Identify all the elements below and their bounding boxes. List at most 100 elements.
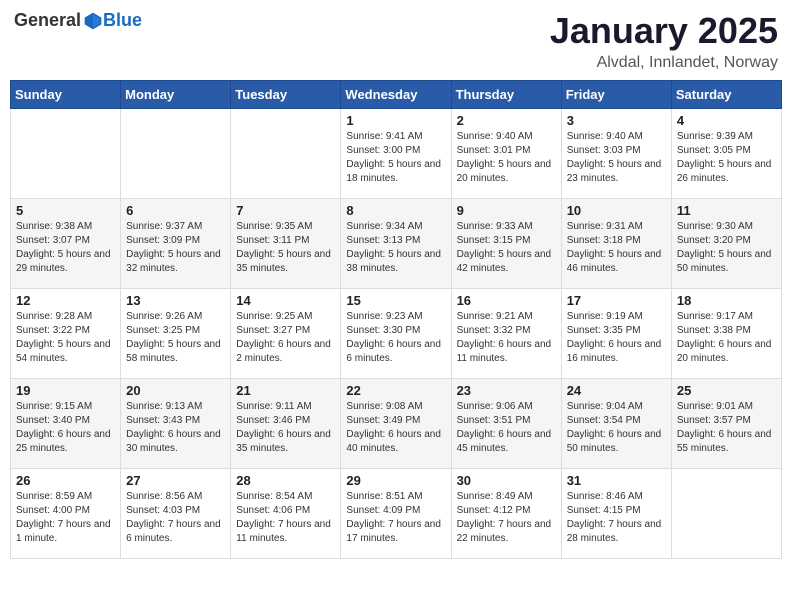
day-info: Sunrise: 9:37 AM Sunset: 3:09 PM Dayligh… xyxy=(126,220,225,276)
day-number: 22 xyxy=(346,383,445,398)
day-info: Sunrise: 9:34 AM Sunset: 3:13 PM Dayligh… xyxy=(346,220,445,276)
calendar-cell: 23 Sunrise: 9:06 AM Sunset: 3:51 PM Dayli… xyxy=(451,379,561,469)
day-number: 11 xyxy=(677,203,776,218)
calendar-cell: 1 Sunrise: 9:41 AM Sunset: 3:00 PM Daylig… xyxy=(341,109,451,199)
day-number: 15 xyxy=(346,293,445,308)
day-info: Sunrise: 9:04 AM Sunset: 3:54 PM Dayligh… xyxy=(567,400,666,456)
calendar-cell: 30 Sunrise: 8:49 AM Sunset: 4:12 PM Dayli… xyxy=(451,469,561,559)
day-info: Sunrise: 9:31 AM Sunset: 3:18 PM Dayligh… xyxy=(567,220,666,276)
calendar-cell: 16 Sunrise: 9:21 AM Sunset: 3:32 PM Dayli… xyxy=(451,289,561,379)
day-info: Sunrise: 9:40 AM Sunset: 3:01 PM Dayligh… xyxy=(457,130,556,186)
calendar-cell: 31 Sunrise: 8:46 AM Sunset: 4:15 PM Dayli… xyxy=(561,469,671,559)
day-number: 16 xyxy=(457,293,556,308)
weekday-header: Thursday xyxy=(451,81,561,109)
day-info: Sunrise: 9:11 AM Sunset: 3:46 PM Dayligh… xyxy=(236,400,335,456)
day-info: Sunrise: 9:08 AM Sunset: 3:49 PM Dayligh… xyxy=(346,400,445,456)
month-title: January 2025 xyxy=(550,10,778,52)
day-info: Sunrise: 9:25 AM Sunset: 3:27 PM Dayligh… xyxy=(236,310,335,366)
weekday-header: Tuesday xyxy=(231,81,341,109)
calendar-cell xyxy=(231,109,341,199)
day-info: Sunrise: 9:30 AM Sunset: 3:20 PM Dayligh… xyxy=(677,220,776,276)
day-info: Sunrise: 8:56 AM Sunset: 4:03 PM Dayligh… xyxy=(126,490,225,546)
day-number: 19 xyxy=(16,383,115,398)
day-info: Sunrise: 9:06 AM Sunset: 3:51 PM Dayligh… xyxy=(457,400,556,456)
day-number: 30 xyxy=(457,473,556,488)
logo: General Blue xyxy=(14,10,142,31)
day-info: Sunrise: 9:26 AM Sunset: 3:25 PM Dayligh… xyxy=(126,310,225,366)
day-info: Sunrise: 9:15 AM Sunset: 3:40 PM Dayligh… xyxy=(16,400,115,456)
calendar-cell: 12Sunrise: 9:28 AM Sunset: 3:22 PM Dayli… xyxy=(11,289,121,379)
weekday-header: Sunday xyxy=(11,81,121,109)
day-info: Sunrise: 9:19 AM Sunset: 3:35 PM Dayligh… xyxy=(567,310,666,366)
calendar-cell: 20 Sunrise: 9:13 AM Sunset: 3:43 PM Dayli… xyxy=(121,379,231,469)
day-info: Sunrise: 9:33 AM Sunset: 3:15 PM Dayligh… xyxy=(457,220,556,276)
calendar-week-row: 26Sunrise: 8:59 AM Sunset: 4:00 PM Dayli… xyxy=(11,469,782,559)
day-info: Sunrise: 9:40 AM Sunset: 3:03 PM Dayligh… xyxy=(567,130,666,186)
calendar-week-row: 5Sunrise: 9:38 AM Sunset: 3:07 PM Daylig… xyxy=(11,199,782,289)
day-info: Sunrise: 9:41 AM Sunset: 3:00 PM Dayligh… xyxy=(346,130,445,186)
day-number: 31 xyxy=(567,473,666,488)
day-info: Sunrise: 8:51 AM Sunset: 4:09 PM Dayligh… xyxy=(346,490,445,546)
day-info: Sunrise: 9:38 AM Sunset: 3:07 PM Dayligh… xyxy=(16,220,115,276)
day-number: 29 xyxy=(346,473,445,488)
day-number: 23 xyxy=(457,383,556,398)
weekday-header: Wednesday xyxy=(341,81,451,109)
calendar-cell: 7 Sunrise: 9:35 AM Sunset: 3:11 PM Daylig… xyxy=(231,199,341,289)
calendar-cell: 25Sunrise: 9:01 AM Sunset: 3:57 PM Dayli… xyxy=(671,379,781,469)
day-number: 7 xyxy=(236,203,335,218)
calendar-cell: 8Sunrise: 9:34 AM Sunset: 3:13 PM Daylig… xyxy=(341,199,451,289)
calendar-cell: 9 Sunrise: 9:33 AM Sunset: 3:15 PM Daylig… xyxy=(451,199,561,289)
calendar-cell: 13 Sunrise: 9:26 AM Sunset: 3:25 PM Dayli… xyxy=(121,289,231,379)
calendar-cell: 24 Sunrise: 9:04 AM Sunset: 3:54 PM Dayli… xyxy=(561,379,671,469)
calendar-cell: 15 Sunrise: 9:23 AM Sunset: 3:30 PM Dayli… xyxy=(341,289,451,379)
day-number: 6 xyxy=(126,203,225,218)
calendar-cell: 26Sunrise: 8:59 AM Sunset: 4:00 PM Dayli… xyxy=(11,469,121,559)
day-number: 28 xyxy=(236,473,335,488)
day-number: 18 xyxy=(677,293,776,308)
weekday-header: Saturday xyxy=(671,81,781,109)
calendar-cell: 5Sunrise: 9:38 AM Sunset: 3:07 PM Daylig… xyxy=(11,199,121,289)
day-number: 25 xyxy=(677,383,776,398)
calendar-cell: 28Sunrise: 8:54 AM Sunset: 4:06 PM Dayli… xyxy=(231,469,341,559)
logo-blue: Blue xyxy=(103,10,142,31)
location: Alvdal, Innlandet, Norway xyxy=(550,54,778,72)
logo-general: General xyxy=(14,10,81,31)
calendar-cell: 19 Sunrise: 9:15 AM Sunset: 3:40 PM Dayli… xyxy=(11,379,121,469)
calendar-table: SundayMondayTuesdayWednesdayThursdayFrid… xyxy=(10,80,782,559)
calendar-week-row: 1 Sunrise: 9:41 AM Sunset: 3:00 PM Daylig… xyxy=(11,109,782,199)
day-number: 14 xyxy=(236,293,335,308)
weekday-header: Monday xyxy=(121,81,231,109)
calendar-cell: 22 Sunrise: 9:08 AM Sunset: 3:49 PM Dayli… xyxy=(341,379,451,469)
day-number: 27 xyxy=(126,473,225,488)
calendar-cell: 27 Sunrise: 8:56 AM Sunset: 4:03 PM Dayli… xyxy=(121,469,231,559)
calendar-cell: 21Sunrise: 9:11 AM Sunset: 3:46 PM Dayli… xyxy=(231,379,341,469)
calendar-cell xyxy=(121,109,231,199)
title-section: January 2025 Alvdal, Innlandet, Norway xyxy=(550,10,778,72)
day-info: Sunrise: 9:39 AM Sunset: 3:05 PM Dayligh… xyxy=(677,130,776,186)
logo-icon xyxy=(83,11,103,31)
calendar-cell: 17 Sunrise: 9:19 AM Sunset: 3:35 PM Dayli… xyxy=(561,289,671,379)
day-number: 24 xyxy=(567,383,666,398)
calendar-cell: 11 Sunrise: 9:30 AM Sunset: 3:20 PM Dayli… xyxy=(671,199,781,289)
day-number: 4 xyxy=(677,113,776,128)
day-info: Sunrise: 9:23 AM Sunset: 3:30 PM Dayligh… xyxy=(346,310,445,366)
calendar-cell: 10 Sunrise: 9:31 AM Sunset: 3:18 PM Dayli… xyxy=(561,199,671,289)
weekday-header: Friday xyxy=(561,81,671,109)
day-info: Sunrise: 8:46 AM Sunset: 4:15 PM Dayligh… xyxy=(567,490,666,546)
day-info: Sunrise: 9:35 AM Sunset: 3:11 PM Dayligh… xyxy=(236,220,335,276)
day-info: Sunrise: 9:21 AM Sunset: 3:32 PM Dayligh… xyxy=(457,310,556,366)
day-number: 20 xyxy=(126,383,225,398)
calendar-cell: 4 Sunrise: 9:39 AM Sunset: 3:05 PM Daylig… xyxy=(671,109,781,199)
day-info: Sunrise: 8:49 AM Sunset: 4:12 PM Dayligh… xyxy=(457,490,556,546)
day-info: Sunrise: 9:28 AM Sunset: 3:22 PM Dayligh… xyxy=(16,310,115,366)
calendar-week-row: 19 Sunrise: 9:15 AM Sunset: 3:40 PM Dayli… xyxy=(11,379,782,469)
day-number: 2 xyxy=(457,113,556,128)
day-number: 10 xyxy=(567,203,666,218)
day-number: 17 xyxy=(567,293,666,308)
day-info: Sunrise: 9:13 AM Sunset: 3:43 PM Dayligh… xyxy=(126,400,225,456)
day-number: 1 xyxy=(346,113,445,128)
calendar-cell: 29 Sunrise: 8:51 AM Sunset: 4:09 PM Dayli… xyxy=(341,469,451,559)
calendar-week-row: 12Sunrise: 9:28 AM Sunset: 3:22 PM Dayli… xyxy=(11,289,782,379)
day-number: 9 xyxy=(457,203,556,218)
day-number: 13 xyxy=(126,293,225,308)
